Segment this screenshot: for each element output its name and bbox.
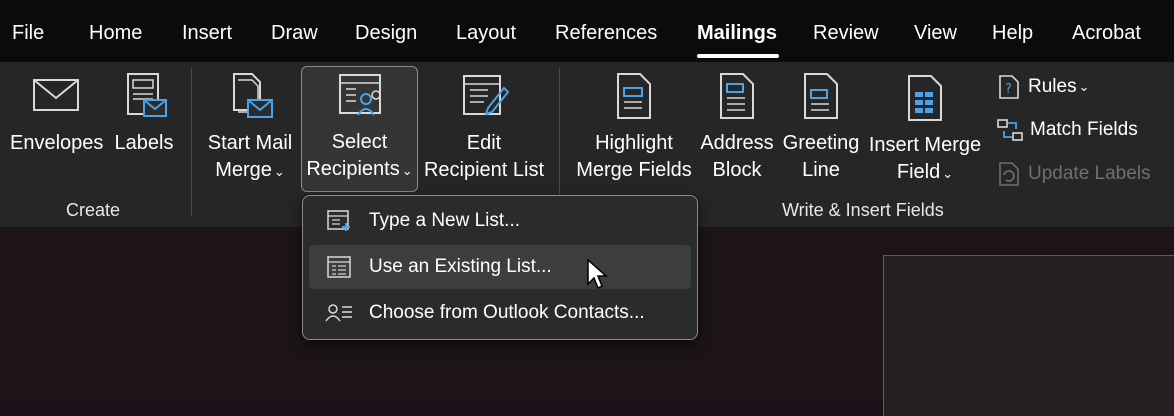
insert-merge-label-1: Insert Merge [868, 134, 982, 156]
choose-outlook-contacts-label: Choose from Outlook Contacts... [369, 302, 645, 323]
envelopes-button[interactable]: Envelopes [10, 76, 104, 157]
greeting-label-1: Greeting [782, 132, 860, 154]
start-mail-merge-label-1: Start Mail [207, 132, 293, 154]
select-recipients-label-2: Recipients [306, 158, 400, 180]
select-recipients-dropdown: Type a New List... Use an Existing List.… [302, 195, 698, 340]
labels-label: Labels [114, 132, 174, 154]
highlight-merge-fields-button[interactable]: Highlight Merge Fields [574, 70, 694, 184]
group-separator [559, 68, 560, 216]
group-separator [191, 68, 192, 216]
tab-draw[interactable]: Draw [271, 22, 318, 45]
address-block-icon [720, 73, 754, 119]
tab-references[interactable]: References [555, 22, 657, 45]
insert-merge-field-button[interactable]: Insert Merge Field ⌄ [866, 72, 984, 187]
greeting-label-2: Line [802, 159, 840, 181]
select-recipients-label-1: Select [331, 131, 388, 153]
edit-recipient-list-button[interactable]: Edit Recipient List [422, 70, 546, 184]
rules-label: Rules [1028, 76, 1077, 97]
insert-merge-label-2: Field [896, 161, 941, 183]
insert-merge-field-icon [908, 75, 942, 121]
existing-list-icon [327, 256, 351, 278]
start-mail-merge-label-2: Merge [215, 159, 272, 181]
update-labels-button: Update Labels [996, 159, 1151, 189]
tab-file[interactable]: File [12, 22, 44, 45]
rules-icon: ? [999, 75, 1019, 99]
address-label-2: Block [712, 159, 762, 181]
select-recipients-button[interactable]: Select Recipients ⌄ [301, 66, 418, 192]
edit-recipient-label-1: Edit [466, 132, 502, 154]
tab-home[interactable]: Home [89, 22, 142, 45]
type-new-list-label: Type a New List... [369, 210, 521, 231]
match-fields-label: Match Fields [1030, 119, 1138, 140]
type-new-list-item[interactable]: Type a New List... [309, 199, 691, 243]
highlight-fields-icon [617, 73, 651, 119]
edit-recipient-label-2: Recipient List [423, 159, 545, 181]
update-labels-label: Update Labels [1028, 163, 1151, 184]
chevron-down-icon: ⌄ [401, 163, 413, 178]
tab-mailings[interactable]: Mailings [697, 22, 777, 45]
labels-icon [127, 73, 167, 117]
outlook-contacts-icon [325, 304, 352, 322]
highlight-label-1: Highlight [595, 132, 673, 154]
match-fields-icon [997, 119, 1023, 141]
select-recipients-icon [338, 74, 381, 116]
edit-list-icon [463, 75, 510, 116]
match-fields-button[interactable]: Match Fields [996, 115, 1138, 145]
tab-design[interactable]: Design [355, 22, 417, 45]
tab-acrobat[interactable]: Acrobat [1072, 22, 1141, 45]
choose-outlook-contacts-item[interactable]: Choose from Outlook Contacts... [309, 291, 691, 335]
tab-layout[interactable]: Layout [456, 22, 516, 45]
start-mail-merge-button[interactable]: Start Mail Merge ⌄ [202, 70, 298, 185]
new-list-icon [327, 210, 350, 231]
address-block-button[interactable]: Address Block [698, 70, 776, 184]
menu-bar: File Home Insert Draw Design Layout Refe… [0, 0, 1174, 62]
document-page[interactable] [883, 255, 1174, 416]
highlight-label-2: Merge Fields [576, 159, 692, 181]
svg-text:?: ? [1005, 82, 1012, 97]
chevron-down-icon: ⌄ [273, 164, 285, 179]
greeting-line-button[interactable]: Greeting Line [780, 70, 862, 184]
tab-review[interactable]: Review [813, 22, 879, 45]
active-tab-indicator [697, 54, 779, 58]
tab-insert[interactable]: Insert [182, 22, 232, 45]
use-existing-list-item[interactable]: Use an Existing List... [309, 245, 691, 289]
envelopes-label: Envelopes [10, 132, 104, 154]
mouse-cursor-icon [587, 258, 608, 290]
chevron-down-icon: ⌄ [1078, 79, 1090, 94]
envelope-icon [33, 79, 79, 111]
write-insert-group-label: Write & Insert Fields [782, 200, 944, 220]
tab-help[interactable]: Help [992, 22, 1033, 45]
rules-button[interactable]: ? Rules ⌄ [996, 72, 1089, 102]
address-label-1: Address [700, 132, 774, 154]
update-labels-icon [999, 162, 1019, 186]
create-group-label: Create [66, 200, 121, 220]
tab-view[interactable]: View [914, 22, 957, 45]
use-existing-list-label: Use an Existing List... [369, 256, 552, 277]
labels-button[interactable]: Labels [112, 70, 176, 157]
greeting-line-icon [804, 73, 838, 119]
mail-merge-icon [233, 73, 273, 118]
chevron-down-icon: ⌄ [942, 166, 954, 181]
